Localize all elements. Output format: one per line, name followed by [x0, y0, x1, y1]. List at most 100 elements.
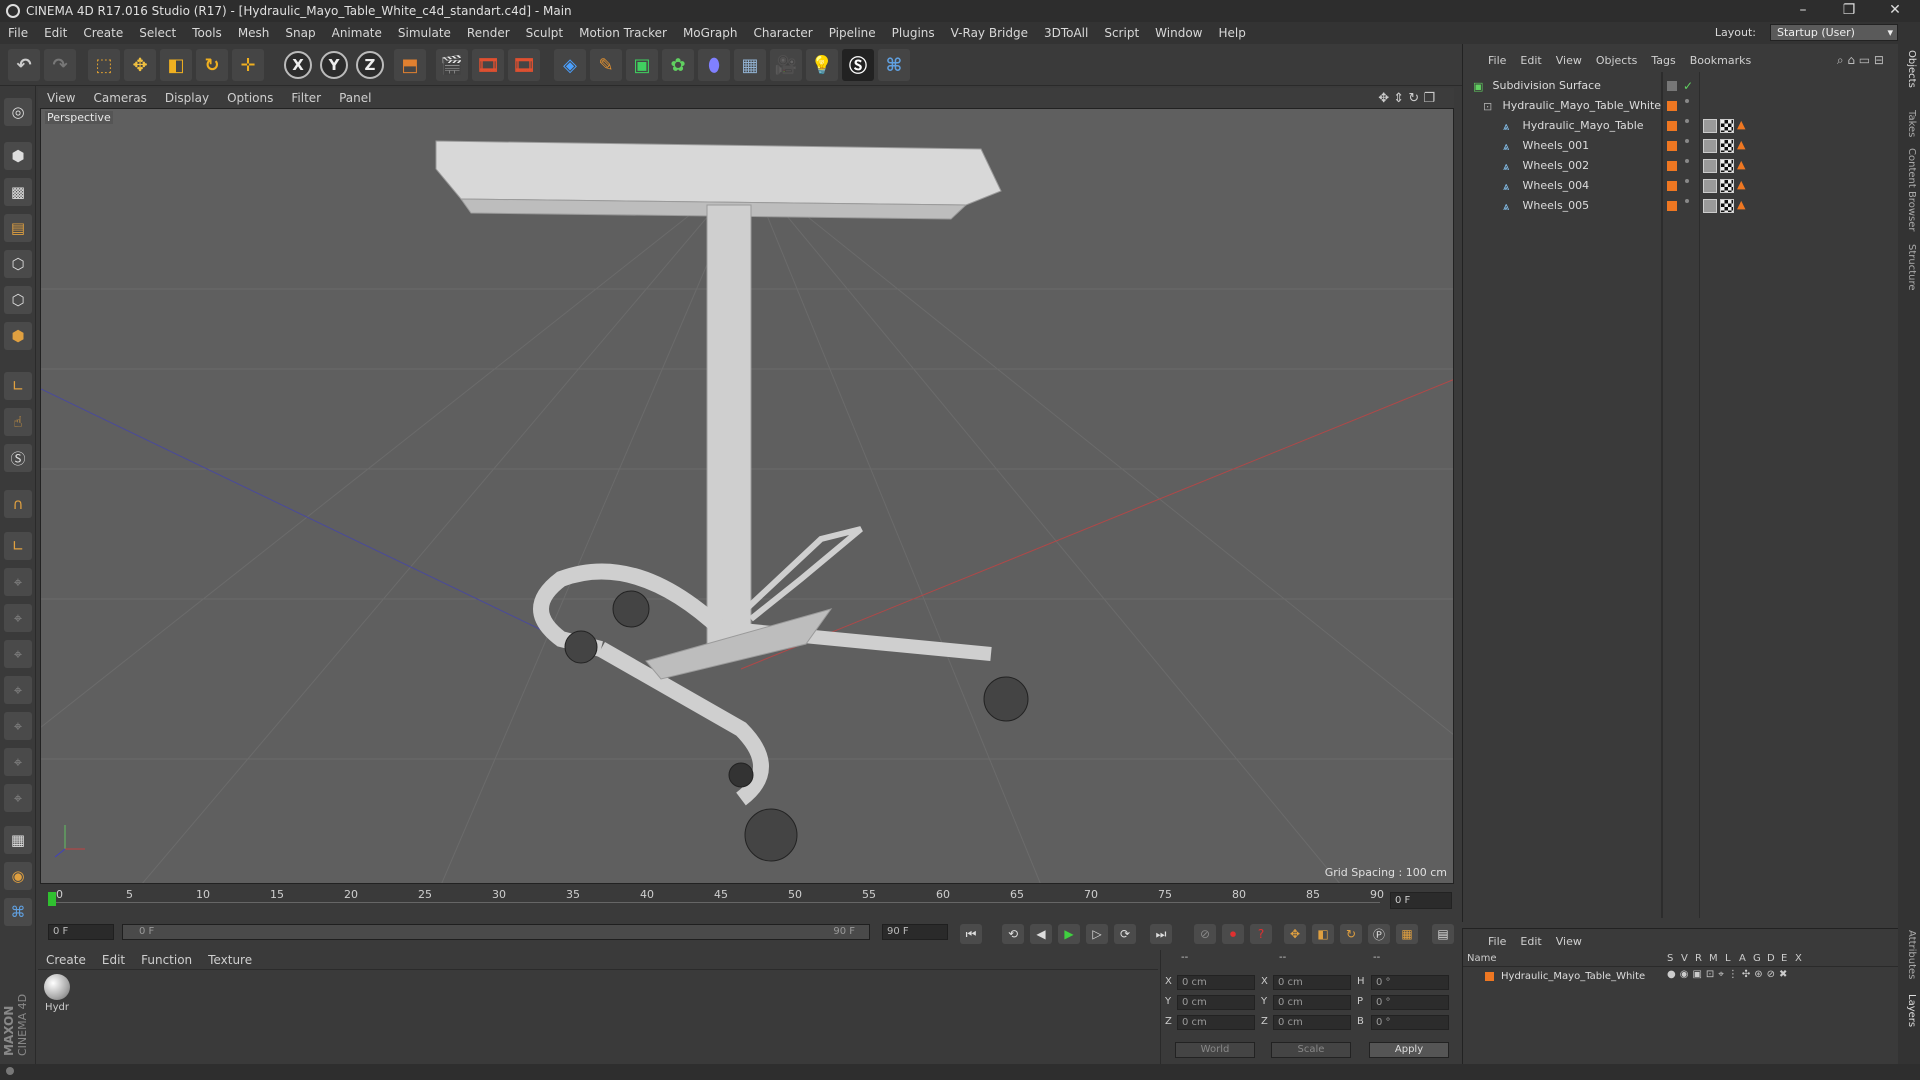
- selection-tag-icon[interactable]: ▲: [1737, 159, 1751, 173]
- tweak-mode-icon[interactable]: ☝: [4, 408, 32, 436]
- viewport-nav-icons[interactable]: ✥ ⇕ ↻ ❐: [1369, 91, 1444, 106]
- magnet-icon[interactable]: ∩: [4, 490, 32, 518]
- tab-attributes[interactable]: Attributes: [1901, 930, 1917, 979]
- viewport-menu-panel[interactable]: Panel: [330, 91, 380, 105]
- texture-tag-icon[interactable]: [1720, 159, 1734, 173]
- minimize-button[interactable]: –: [1780, 0, 1826, 22]
- phong-tag-icon[interactable]: [1703, 199, 1717, 213]
- key-scale-icon[interactable]: ◧: [1312, 924, 1334, 944]
- cube-primitive-icon[interactable]: ◈: [554, 49, 586, 81]
- object-row[interactable]: ▣ Subdivision Surface ✓: [1463, 76, 1893, 96]
- undo-icon[interactable]: ↶: [8, 49, 40, 81]
- key-pla-icon[interactable]: ▦: [1396, 924, 1418, 944]
- size-mode-dropdown[interactable]: Scale: [1271, 1042, 1351, 1058]
- object-menu-file[interactable]: File: [1481, 54, 1513, 67]
- layout-dropdown[interactable]: Startup (User): [1770, 24, 1898, 41]
- layer-row[interactable]: Hydraulic_Mayo_Table_White ●◉▣⊡⌖⋮✣⊛⊘✖: [1463, 969, 1899, 987]
- workplane-z-icon[interactable]: ⌖: [4, 640, 32, 668]
- object-row[interactable]: ⩓ Wheels_001 ▲: [1463, 136, 1893, 156]
- object-row[interactable]: ⩓ Hydraulic_Mayo_Table ▲: [1463, 116, 1893, 136]
- play-icon[interactable]: ▶: [1058, 924, 1080, 944]
- prev-key-icon[interactable]: ⟲: [1002, 924, 1024, 944]
- rotate-icon[interactable]: ↻: [196, 49, 228, 81]
- size-z-field[interactable]: 0 cm: [1273, 1015, 1351, 1030]
- deformer-icon[interactable]: ⬮: [698, 49, 730, 81]
- live-selection-icon[interactable]: ⬚: [88, 49, 120, 81]
- viewport-menu-display[interactable]: Display: [156, 91, 218, 105]
- texture-tag-icon[interactable]: [1720, 139, 1734, 153]
- selection-tag-icon[interactable]: ▲: [1737, 139, 1751, 153]
- selection-tag-icon[interactable]: ▲: [1737, 199, 1751, 213]
- selection-tag-icon[interactable]: ▲: [1737, 179, 1751, 193]
- vray-icon[interactable]: Ⓢ: [842, 49, 874, 81]
- object-row[interactable]: ⩓ Wheels_004 ▲: [1463, 176, 1893, 196]
- edges-mode-icon[interactable]: ⬡: [4, 286, 32, 314]
- x-axis-lock-button[interactable]: X: [284, 51, 312, 79]
- object-row[interactable]: ⊡ Hydraulic_Mayo_Table_White: [1463, 96, 1893, 116]
- menu-character[interactable]: Character: [745, 26, 820, 40]
- next-key-icon[interactable]: ⟳: [1114, 924, 1136, 944]
- sculpt-brush-icon[interactable]: ⌖: [4, 676, 32, 704]
- layer-color-swatch[interactable]: [1485, 972, 1494, 981]
- coordinate-space-dropdown[interactable]: World: [1175, 1042, 1255, 1058]
- object-menu-objects[interactable]: Objects: [1589, 54, 1645, 67]
- polygons-mode-icon[interactable]: ⬢: [4, 322, 32, 350]
- menu-vray-bridge[interactable]: V-Ray Bridge: [943, 26, 1036, 40]
- record-active-icon[interactable]: ⏺: [1222, 924, 1244, 944]
- viewport-menu-filter[interactable]: Filter: [282, 91, 330, 105]
- python-icon[interactable]: ⌘: [878, 49, 910, 81]
- coordinate-system-icon[interactable]: ⬒: [394, 49, 426, 81]
- goto-end-icon[interactable]: ⏭: [1150, 924, 1172, 944]
- menu-edit[interactable]: Edit: [36, 26, 75, 40]
- menu-snap[interactable]: Snap: [277, 26, 323, 40]
- subdivision-surface-icon[interactable]: ▣: [626, 49, 658, 81]
- viewport-menu-cameras[interactable]: Cameras: [84, 91, 155, 105]
- position-z-field[interactable]: 0 cm: [1177, 1015, 1255, 1030]
- key-parameter-icon[interactable]: Ⓟ: [1368, 924, 1390, 944]
- layer-menu-view[interactable]: View: [1549, 935, 1589, 948]
- menu-pipeline[interactable]: Pipeline: [821, 26, 884, 40]
- timeline-layout-icon[interactable]: ▤: [1432, 924, 1454, 944]
- move-icon[interactable]: ✥: [124, 49, 156, 81]
- current-frame-field[interactable]: 0 F: [1390, 892, 1452, 909]
- axis-mode-icon[interactable]: ∟: [4, 372, 32, 400]
- material-menu-function[interactable]: Function: [133, 953, 200, 967]
- phong-tag-icon[interactable]: [1703, 139, 1717, 153]
- key-position-icon[interactable]: ✥: [1284, 924, 1306, 944]
- material-menu-edit[interactable]: Edit: [94, 953, 133, 967]
- phong-tag-icon[interactable]: [1703, 179, 1717, 193]
- restore-button[interactable]: ❐: [1826, 0, 1872, 22]
- end-frame-field[interactable]: 90 F: [882, 924, 948, 940]
- rotation-p-field[interactable]: 0 °: [1371, 995, 1449, 1010]
- make-editable-icon[interactable]: ◎: [4, 98, 32, 126]
- spline-pen-icon[interactable]: ✎: [590, 49, 622, 81]
- light-icon[interactable]: 💡: [806, 49, 838, 81]
- goto-start-icon[interactable]: ⏮: [960, 924, 982, 944]
- menu-tools[interactable]: Tools: [184, 26, 230, 40]
- menu-script[interactable]: Script: [1096, 26, 1147, 40]
- redo-icon[interactable]: ↷: [44, 49, 76, 81]
- viewport-menu-options[interactable]: Options: [218, 91, 282, 105]
- menu-render[interactable]: Render: [459, 26, 518, 40]
- solo-icon[interactable]: ◉: [4, 862, 32, 890]
- 3d-viewport[interactable]: Perspective Grid Spacing : 100 cm: [40, 108, 1454, 884]
- menu-animate[interactable]: Animate: [324, 26, 390, 40]
- tab-structure[interactable]: Structure: [1901, 244, 1917, 291]
- render-picture-viewer-icon[interactable]: 🎞: [472, 49, 504, 81]
- camera-icon[interactable]: 🎥: [770, 49, 802, 81]
- next-frame-icon[interactable]: ▷: [1086, 924, 1108, 944]
- prev-frame-icon[interactable]: ◀: [1030, 924, 1052, 944]
- workplane-y-icon[interactable]: ⌖: [4, 604, 32, 632]
- object-menu-edit[interactable]: Edit: [1513, 54, 1548, 67]
- position-x-field[interactable]: 0 cm: [1177, 975, 1255, 990]
- position-y-field[interactable]: 0 cm: [1177, 995, 1255, 1010]
- y-axis-lock-button[interactable]: Y: [320, 51, 348, 79]
- layer-menu-file[interactable]: File: [1481, 935, 1513, 948]
- object-menu-view[interactable]: View: [1549, 54, 1589, 67]
- keyframe-selection-icon[interactable]: ⊘: [1194, 924, 1216, 944]
- tab-takes[interactable]: Takes: [1901, 110, 1917, 137]
- tab-objects[interactable]: Objects: [1901, 50, 1917, 88]
- object-row[interactable]: ⩓ Wheels_002 ▲: [1463, 156, 1893, 176]
- quantize-icon[interactable]: ∟: [4, 532, 32, 560]
- texture-tag-icon[interactable]: [1720, 199, 1734, 213]
